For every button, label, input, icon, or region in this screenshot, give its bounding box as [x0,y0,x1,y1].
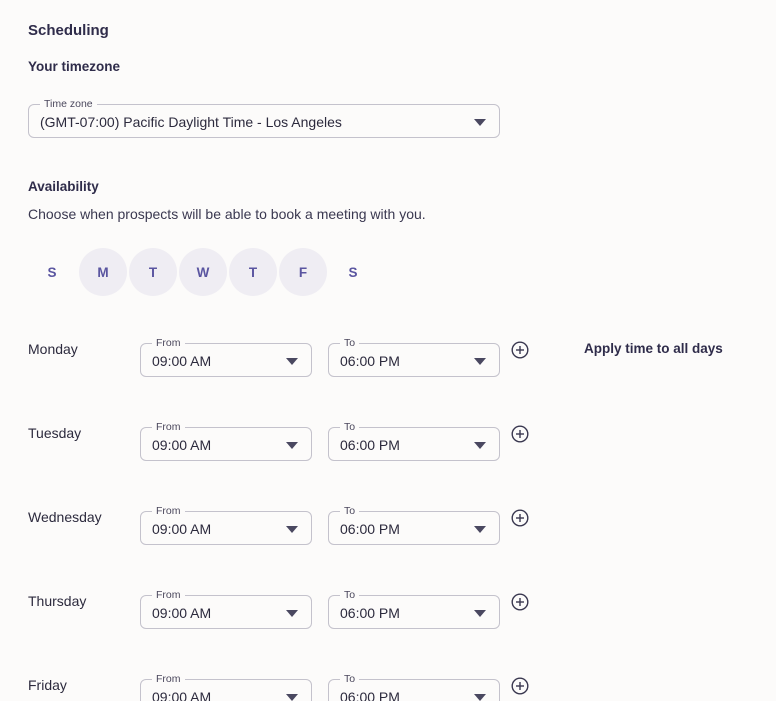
caret-down-icon [286,358,298,365]
from-legend: From [152,337,185,349]
from-time-value: 09:00 AM [152,689,212,701]
timezone-select[interactable]: Time zone (GMT-07:00) Pacific Daylight T… [28,98,500,138]
weekday-toggle-fri[interactable]: F [279,248,327,296]
to-legend: To [340,589,360,601]
caret-down-icon [286,694,298,701]
timezone-value: (GMT-07:00) Pacific Daylight Time - Los … [40,114,342,130]
day-label: Friday [28,677,67,693]
weekday-toggle-mon[interactable]: M [79,248,127,296]
to-time-value: 06:00 PM [340,521,400,537]
caret-down-icon [286,442,298,449]
to-legend: To [340,505,360,517]
to-time-select[interactable]: To 06:00 PM [328,589,500,629]
to-time-select[interactable]: To 06:00 PM [328,421,500,461]
day-label: Tuesday [28,425,82,441]
plus-circle-icon[interactable] [511,425,529,443]
availability-description: Choose when prospects will be able to bo… [28,206,426,222]
from-legend: From [152,589,185,601]
weekday-toggle-thu[interactable]: T [229,248,277,296]
day-label: Wednesday [28,509,102,525]
caret-down-icon [474,526,486,533]
caret-down-icon [474,442,486,449]
to-time-value: 06:00 PM [340,353,400,369]
caret-down-icon [474,694,486,701]
caret-down-icon [474,358,486,365]
day-label: Thursday [28,593,87,609]
to-time-value: 06:00 PM [340,605,400,621]
schedule-row-friday: Friday From 09:00 AM To 06:00 PM [0,673,776,701]
caret-down-icon [474,119,486,126]
to-time-value: 06:00 PM [340,437,400,453]
from-legend: From [152,505,185,517]
timezone-heading: Your timezone [28,59,121,74]
day-label: Monday [28,341,78,357]
schedule-row-thursday: Thursday From 09:00 AM To 06:00 PM [0,589,776,633]
from-time-select[interactable]: From 09:00 AM [140,589,312,629]
from-legend: From [152,421,185,433]
from-time-value: 09:00 AM [152,521,212,537]
weekday-toggle-sat[interactable]: S [329,248,377,296]
to-legend: To [340,673,360,685]
to-time-select[interactable]: To 06:00 PM [328,505,500,545]
to-time-select[interactable]: To 06:00 PM [328,337,500,377]
scheduling-page: Scheduling Your timezone Time zone (GMT-… [0,0,776,701]
from-time-select[interactable]: From 09:00 AM [140,505,312,545]
section-title: Scheduling [28,22,109,39]
schedule-row-tuesday: Tuesday From 09:00 AM To 06:00 PM [0,421,776,465]
availability-heading: Availability [28,179,99,194]
caret-down-icon [286,610,298,617]
to-legend: To [340,421,360,433]
to-time-value: 06:00 PM [340,689,400,701]
from-time-select[interactable]: From 09:00 AM [140,673,312,701]
weekday-toggle-tue[interactable]: T [129,248,177,296]
schedule-row-wednesday: Wednesday From 09:00 AM To 06:00 PM [0,505,776,549]
from-time-value: 09:00 AM [152,605,212,621]
plus-circle-icon[interactable] [511,677,529,695]
apply-time-to-all-days-link[interactable]: Apply time to all days [584,341,723,356]
from-time-value: 09:00 AM [152,437,212,453]
plus-circle-icon[interactable] [511,593,529,611]
caret-down-icon [286,526,298,533]
from-time-select[interactable]: From 09:00 AM [140,337,312,377]
plus-circle-icon[interactable] [511,341,529,359]
weekday-toggle-wed[interactable]: W [179,248,227,296]
schedule-row-monday: Monday From 09:00 AM To 06:00 PM Apply t… [0,337,776,381]
from-legend: From [152,673,185,685]
to-legend: To [340,337,360,349]
from-time-select[interactable]: From 09:00 AM [140,421,312,461]
plus-circle-icon[interactable] [511,509,529,527]
caret-down-icon [474,610,486,617]
timezone-legend: Time zone [40,98,97,110]
to-time-select[interactable]: To 06:00 PM [328,673,500,701]
from-time-value: 09:00 AM [152,353,212,369]
weekday-toggle-sun[interactable]: S [28,248,76,296]
